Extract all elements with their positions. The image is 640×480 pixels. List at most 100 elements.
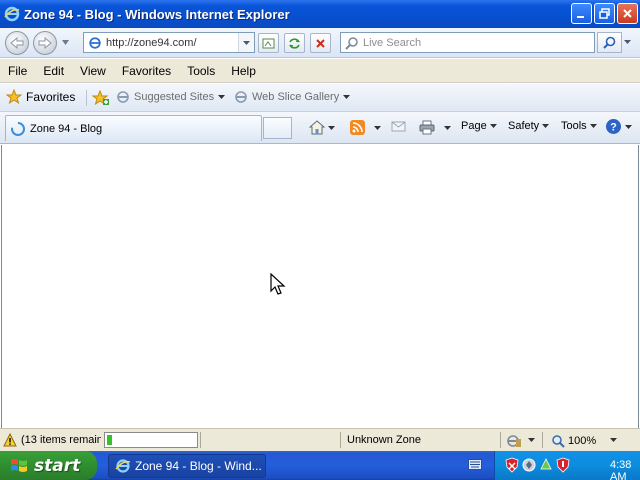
start-label: start [34, 455, 81, 476]
security-zone[interactable]: Unknown Zone [347, 434, 421, 446]
separator [500, 432, 501, 448]
suggested-sites-label: Suggested Sites [134, 91, 215, 103]
menu-help[interactable]: Help [223, 64, 264, 78]
page-icon [117, 91, 129, 103]
favorites-bar: Favorites Suggested Sites Web Slice Gall… [0, 84, 640, 112]
address-url[interactable]: http://zone94.com/ [106, 37, 197, 49]
favorites-button[interactable]: Favorites [6, 89, 75, 105]
system-tray: 4:38 AM [494, 451, 640, 480]
update-shield-icon[interactable] [556, 457, 570, 473]
windows-logo-icon [11, 458, 27, 472]
status-text: (13 items remaining) [21, 434, 101, 446]
keyboard-language-icon[interactable] [468, 459, 482, 470]
search-icon [603, 36, 616, 49]
compatibility-view-button[interactable] [258, 33, 279, 53]
chevron-down-icon [374, 125, 381, 130]
chevron-down-icon [243, 40, 250, 45]
page-content-area[interactable] [1, 145, 639, 428]
taskbar-item-internet-explorer[interactable]: Zone 94 - Blog - Wind... [108, 454, 266, 478]
zoom-level: 100% [568, 435, 597, 447]
close-button[interactable] [617, 3, 638, 24]
back-arrow-icon [10, 37, 24, 49]
close-icon [623, 9, 632, 18]
navigation-bar: http://zone94.com/ Live Search [0, 28, 640, 58]
page-icon [235, 91, 247, 103]
new-tab-button[interactable] [263, 117, 292, 139]
page-menu-button[interactable]: Page [461, 120, 497, 132]
network-icon[interactable] [539, 457, 553, 473]
history-dropdown-icon[interactable] [62, 40, 69, 45]
search-button[interactable] [597, 32, 622, 53]
chevron-down-icon [444, 125, 451, 130]
page-menu-label: Page [461, 120, 487, 132]
forward-button[interactable] [33, 31, 57, 55]
tab-command-bar: Zone 94 - Blog Page Safety Tools ? [0, 112, 640, 144]
tools-menu-label: Tools [561, 120, 587, 132]
search-input[interactable]: Live Search [340, 32, 595, 53]
search-icon [345, 36, 358, 50]
security-shield-icon[interactable] [505, 457, 519, 473]
separator [200, 432, 201, 448]
suggested-sites-link[interactable]: Suggested Sites [116, 90, 226, 104]
chevron-down-icon [589, 124, 597, 128]
loading-spinner-icon [11, 121, 25, 136]
print-button[interactable] [419, 120, 451, 135]
web-slice-gallery-link[interactable]: Web Slice Gallery [234, 90, 351, 104]
menu-tools[interactable]: Tools [179, 64, 223, 78]
minimize-button[interactable] [571, 3, 592, 24]
favorites-label: Favorites [26, 90, 76, 104]
progress-fill [107, 435, 112, 445]
start-button[interactable]: start [0, 451, 97, 480]
menu-favorites[interactable]: Favorites [114, 64, 179, 78]
internet-explorer-icon [4, 6, 20, 22]
internet-explorer-icon [115, 459, 131, 473]
stop-icon [316, 38, 325, 48]
separator [86, 90, 87, 106]
chevron-down-icon [542, 124, 550, 128]
mouse-cursor-icon [270, 273, 286, 295]
refresh-button[interactable] [284, 33, 305, 53]
clock[interactable]: 4:38 AM [610, 459, 640, 480]
add-to-favorites-bar-icon[interactable] [92, 89, 110, 107]
tab-title: Zone 94 - Blog [30, 122, 103, 135]
warning-icon [3, 433, 17, 447]
page-load-progress-bar [104, 432, 198, 448]
back-button[interactable] [5, 31, 29, 55]
mail-icon [391, 121, 406, 132]
search-options-dropdown-icon[interactable] [624, 40, 631, 44]
address-dropdown-button[interactable] [238, 33, 254, 52]
separator [340, 432, 341, 448]
taskbar: start Zone 94 - Blog - Wind... 4:38 AM [0, 451, 640, 480]
stop-button[interactable] [310, 33, 331, 53]
zoom-icon [552, 435, 565, 448]
printer-icon [419, 120, 435, 135]
menu-edit[interactable]: Edit [35, 64, 72, 78]
protected-mode-icon[interactable] [506, 433, 522, 448]
chevron-down-icon [343, 95, 351, 99]
feeds-button[interactable] [350, 120, 381, 135]
antivirus-icon[interactable] [522, 457, 536, 473]
restore-icon [599, 8, 610, 19]
chevron-down-icon[interactable] [610, 438, 617, 442]
help-icon: ? [606, 119, 621, 134]
menu-bar: File Edit View Favorites Tools Help [0, 59, 640, 83]
web-slice-gallery-label: Web Slice Gallery [252, 91, 340, 103]
home-icon [309, 120, 325, 135]
status-bar: (13 items remaining) Unknown Zone 100% [0, 428, 640, 451]
home-button[interactable] [309, 120, 335, 135]
zoom-level-button[interactable]: 100% [551, 434, 596, 448]
help-button[interactable]: ? [605, 118, 632, 135]
forward-arrow-icon [38, 37, 52, 49]
window-title-bar[interactable]: Zone 94 - Blog - Windows Internet Explor… [0, 0, 640, 28]
address-bar[interactable]: http://zone94.com/ [83, 32, 255, 53]
tab-zone94-blog[interactable]: Zone 94 - Blog [5, 115, 262, 141]
menu-view[interactable]: View [72, 64, 114, 78]
menu-file[interactable]: File [0, 64, 35, 78]
tools-menu-button[interactable]: Tools [561, 120, 597, 132]
chevron-down-icon [328, 125, 335, 130]
safety-menu-button[interactable]: Safety [508, 120, 550, 132]
maximize-button[interactable] [594, 3, 615, 24]
search-placeholder: Live Search [363, 36, 422, 49]
chevron-down-icon[interactable] [528, 438, 535, 442]
read-mail-button[interactable] [391, 120, 406, 132]
